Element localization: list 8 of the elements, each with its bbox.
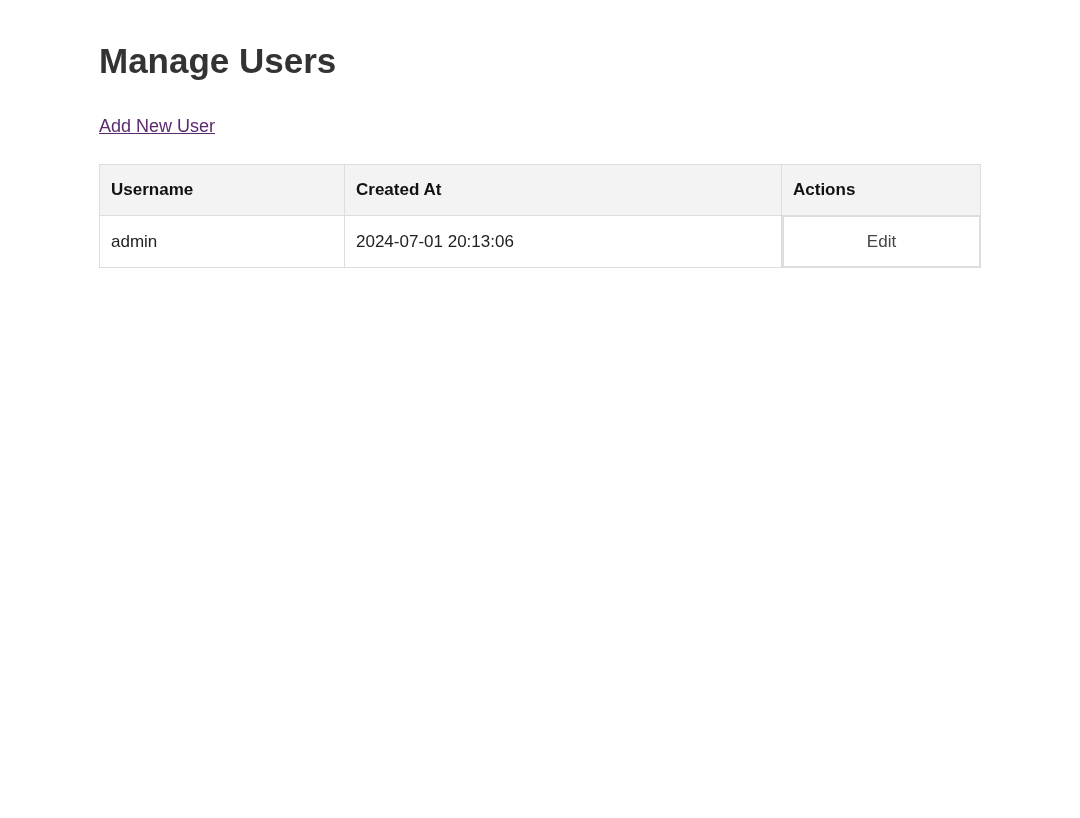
table-cell: 2024-07-01 20:13:06: [344, 215, 782, 268]
edit-button[interactable]: Edit: [782, 216, 980, 267]
table-cell: admin: [99, 215, 345, 268]
column-header: Username: [99, 164, 345, 216]
page-title: Manage Users: [99, 40, 338, 82]
column-header: Created At: [344, 164, 782, 216]
add-new-user-link[interactable]: Add New User: [99, 116, 216, 136]
column-header: Actions: [781, 164, 981, 216]
